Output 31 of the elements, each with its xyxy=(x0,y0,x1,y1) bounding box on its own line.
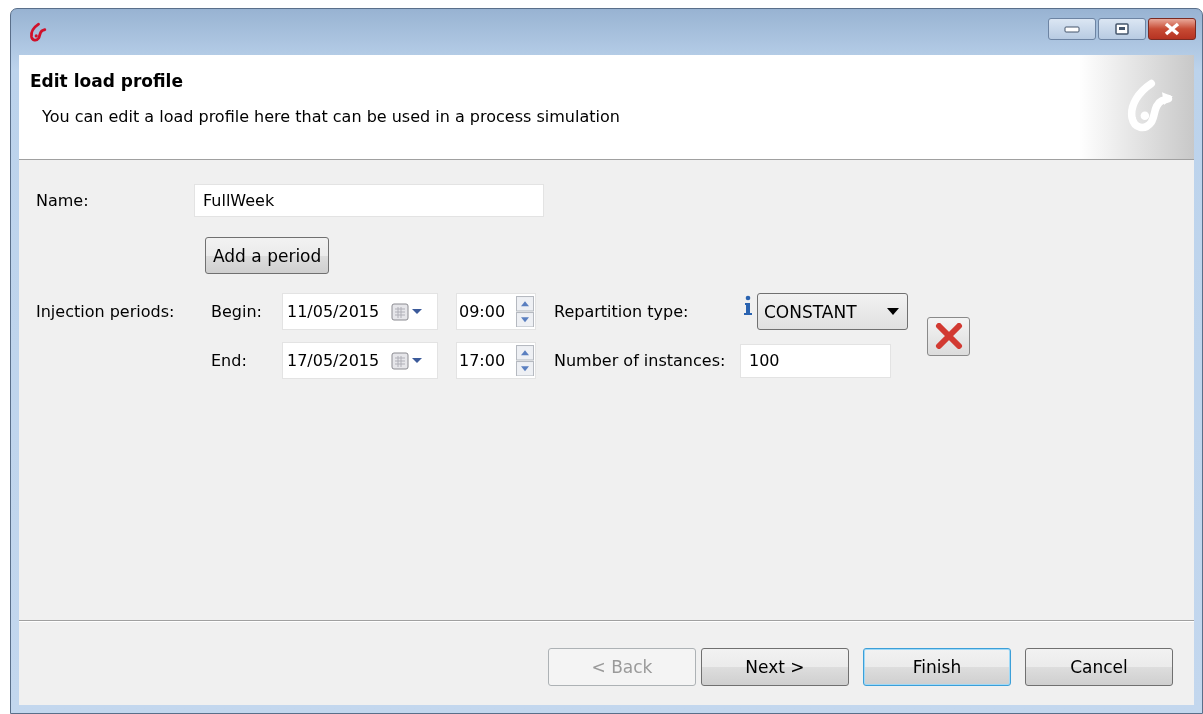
field-label: Injection periods: xyxy=(36,301,176,323)
instances-field[interactable]: 100 xyxy=(740,343,891,378)
minimize-icon xyxy=(1064,25,1080,33)
name-field[interactable]: FullWeek xyxy=(194,184,544,217)
field-label: Name: xyxy=(36,191,90,210)
maximize-button[interactable] xyxy=(1098,18,1146,40)
delete-period-button[interactable] xyxy=(927,316,970,356)
dialog-button[interactable]: Cancel xyxy=(1025,648,1173,686)
field-label: Repartition type: xyxy=(554,302,690,321)
repartition-dropdown[interactable]: CONSTANT xyxy=(757,293,908,330)
date-field[interactable]: 11/05/2015 xyxy=(282,293,438,330)
time-field[interactable]: 09:00 xyxy=(456,293,536,330)
close-icon xyxy=(1163,22,1181,36)
time-spinner[interactable] xyxy=(516,345,534,376)
field-label: End: xyxy=(211,351,248,370)
dialog-button[interactable]: Finish xyxy=(863,648,1011,686)
caret-icon xyxy=(887,308,899,315)
delete-icon xyxy=(934,323,963,349)
time-field[interactable]: 17:00 xyxy=(456,342,536,379)
app-logo-icon xyxy=(27,21,47,43)
dialog-button[interactable]: Next > xyxy=(701,648,849,686)
maximize-icon xyxy=(1114,23,1130,35)
add-period-button[interactable]: Add a period xyxy=(205,237,330,274)
minimize-button[interactable] xyxy=(1048,18,1096,40)
field-label: Begin: xyxy=(211,302,263,321)
page-title: Edit load profile xyxy=(30,71,184,91)
field-label: Number of instances: xyxy=(554,351,727,370)
time-spinner[interactable] xyxy=(516,296,534,327)
page-description: You can edit a load profile here that can be used in a process simulation xyxy=(42,107,620,126)
date-field[interactable]: 17/05/2015 xyxy=(282,342,438,379)
close-button[interactable] xyxy=(1148,18,1196,40)
